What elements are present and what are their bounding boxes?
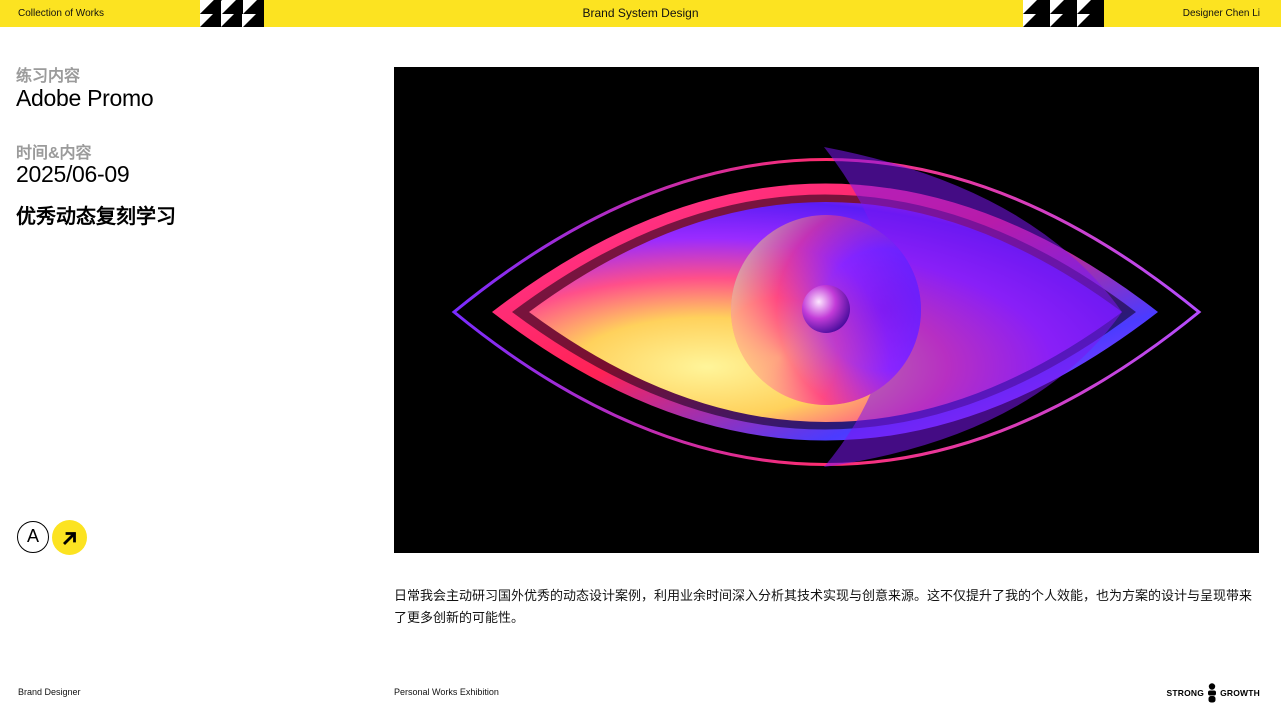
brand-word-right: GROWTH	[1220, 688, 1260, 698]
letter-badge: A	[17, 521, 49, 553]
checker-pattern-right	[1023, 0, 1104, 27]
project-subject: 优秀动态复刻学习	[16, 206, 176, 228]
eye-artwork	[394, 67, 1259, 553]
project-description: 日常我会主动研习国外优秀的动态设计案例，利用业余时间深入分析其技术实现与创意来源…	[394, 588, 1253, 625]
designer-label: Designer Chen Li	[1182, 8, 1260, 19]
brand-word-left: STRONG	[1166, 688, 1205, 698]
project-date-value: 2025/06-09	[16, 161, 130, 187]
project-name-value: Adobe Promo	[16, 85, 154, 111]
brand-figure-icon	[1208, 683, 1217, 703]
footer-exhibition: Personal Works Exhibition	[394, 687, 499, 697]
brand-mark: STRONG GROWTH	[1167, 683, 1260, 703]
top-bar: Collection of Works Brand System Design …	[0, 0, 1281, 27]
footer-role: Brand Designer	[18, 687, 81, 697]
project-name-label: 练习内容	[16, 68, 81, 85]
arrow-up-right-icon[interactable]	[52, 520, 87, 555]
